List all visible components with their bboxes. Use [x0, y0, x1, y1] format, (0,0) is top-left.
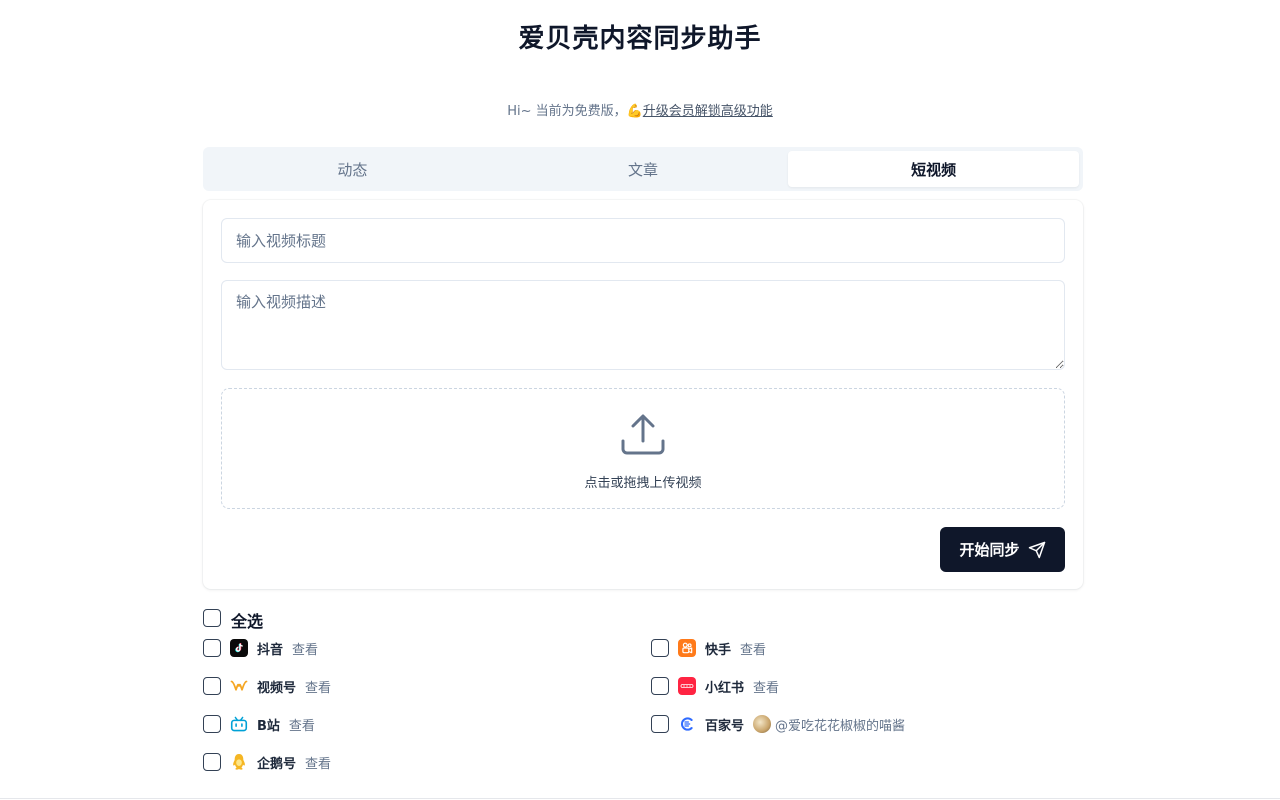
platform-name: B站: [257, 715, 280, 734]
view-link-qiehao[interactable]: 查看: [305, 753, 331, 772]
select-all-label: 全选: [231, 608, 263, 632]
baijiahao-icon: [678, 715, 696, 733]
content-type-tabs: 动态 文章 短视频: [203, 147, 1083, 191]
qq-penguin-icon: [230, 753, 248, 771]
view-link-kuaishou[interactable]: 查看: [740, 639, 766, 658]
platform-checkbox-bilibili[interactable]: [203, 715, 221, 733]
platform-name: 企鹅号: [257, 753, 296, 772]
plan-notice: Hi~ 当前为免费版，💪升级会员解锁高级功能: [0, 100, 1280, 119]
platform-checkbox-baijiahao[interactable]: [651, 715, 669, 733]
select-all-checkbox[interactable]: [203, 609, 221, 627]
douyin-icon: [230, 639, 248, 657]
app-title: 爱贝壳内容同步助手: [0, 18, 1280, 55]
account-name: @爱吃花花椒椒的喵酱: [775, 715, 905, 734]
xiaohongshu-icon: [678, 677, 696, 695]
platform-row-xiaohongshu: 小红书 查看: [651, 676, 779, 696]
platform-checkbox-qiehao[interactable]: [203, 753, 221, 771]
platform-name: 视频号: [257, 677, 296, 696]
platform-row-baijiahao: 百家号 @爱吃花花椒椒的喵酱: [651, 714, 905, 734]
platform-name: 快手: [705, 639, 731, 658]
platform-checkbox-douyin[interactable]: [203, 639, 221, 657]
muscle-icon: 💪: [627, 104, 643, 119]
platform-checkbox-kuaishou[interactable]: [651, 639, 669, 657]
footer-divider: [0, 798, 1280, 799]
view-link-bilibili[interactable]: 查看: [289, 715, 315, 734]
platform-checkbox-xiaohongshu[interactable]: [651, 677, 669, 695]
platform-row-kuaishou: 快手 查看: [651, 638, 766, 658]
kuaishou-icon: [678, 639, 696, 657]
platform-checkbox-shipinhao[interactable]: [203, 677, 221, 695]
wechat-channels-icon: [230, 677, 248, 695]
platform-name: 百家号: [705, 715, 744, 734]
avatar: [753, 715, 771, 733]
video-description-input[interactable]: [221, 280, 1065, 370]
platform-name: 抖音: [257, 639, 283, 658]
platform-name: 小红书: [705, 677, 744, 696]
view-link-douyin[interactable]: 查看: [292, 639, 318, 658]
video-title-input[interactable]: [221, 218, 1065, 263]
platform-row-douyin: 抖音 查看: [203, 638, 318, 658]
upload-icon: [619, 411, 667, 459]
tab-dynamic[interactable]: 动态: [207, 151, 498, 187]
plan-notice-text: Hi~ 当前为免费版，: [507, 104, 626, 119]
platform-row-qiehao: 企鹅号 查看: [203, 752, 331, 772]
view-link-xiaohongshu[interactable]: 查看: [753, 677, 779, 696]
video-form-card: 点击或拖拽上传视频 开始同步: [203, 200, 1083, 589]
tab-short-video[interactable]: 短视频: [788, 151, 1079, 187]
start-sync-label: 开始同步: [959, 539, 1019, 560]
start-sync-button[interactable]: 开始同步: [940, 527, 1065, 572]
linked-account[interactable]: @爱吃花花椒椒的喵酱: [753, 715, 905, 734]
view-link-shipinhao[interactable]: 查看: [305, 677, 331, 696]
send-icon: [1028, 541, 1046, 559]
platform-row-bilibili: B站 查看: [203, 714, 315, 734]
upload-hint: 点击或拖拽上传视频: [222, 472, 1064, 491]
video-upload-dropzone[interactable]: 点击或拖拽上传视频: [221, 388, 1065, 509]
tab-article[interactable]: 文章: [498, 151, 789, 187]
upgrade-link[interactable]: 升级会员解锁高级功能: [643, 104, 773, 119]
platform-row-shipinhao: 视频号 查看: [203, 676, 331, 696]
bilibili-icon: [230, 715, 248, 733]
